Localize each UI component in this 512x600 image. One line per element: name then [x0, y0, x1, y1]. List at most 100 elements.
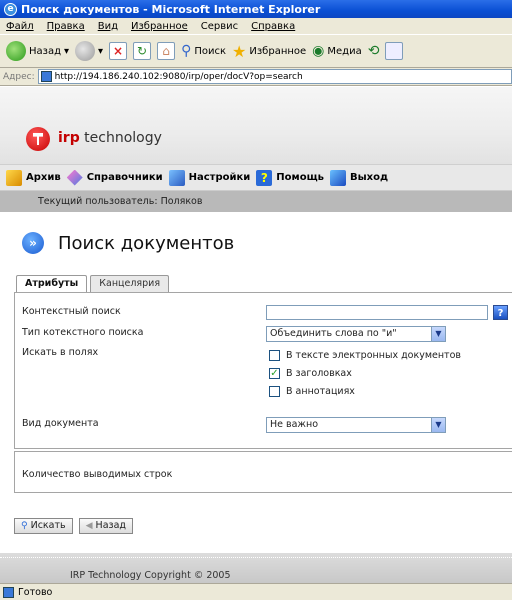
- menu-view[interactable]: Вид: [98, 21, 118, 32]
- menu-favorites[interactable]: Избранное: [131, 21, 188, 32]
- menu-edit[interactable]: Правка: [47, 21, 85, 32]
- brand-irp: irp: [58, 130, 80, 146]
- irp-logo-icon: [26, 127, 50, 151]
- search-type-label: Тип котекстного поиска: [22, 327, 144, 338]
- chevron-down-icon[interactable]: ▼: [431, 418, 445, 432]
- page-icon: [40, 71, 52, 82]
- current-user-text: Текущий пользователь: Поляков: [38, 196, 203, 207]
- back-triangle-icon: ◀: [85, 521, 93, 531]
- menu-file[interactable]: Файл: [6, 21, 34, 32]
- nav-help[interactable]: ? Помощь: [256, 169, 324, 186]
- current-user-bar: Текущий пользователь: Поляков: [0, 191, 512, 212]
- favorites-label: Избранное: [249, 45, 307, 57]
- form-actions: ⚲ Искать ◀ Назад: [14, 518, 133, 534]
- chevron-down-icon[interactable]: ▼: [431, 327, 445, 341]
- address-input[interactable]: http://194.186.240.102:9080/irp/oper/doc…: [37, 69, 512, 84]
- checkbox-text[interactable]: [269, 350, 280, 361]
- search-submit-button[interactable]: ⚲ Искать: [14, 518, 73, 534]
- window-title-bar: e Поиск документов - Microsoft Internet …: [0, 0, 512, 18]
- forward-button[interactable]: ▾: [75, 41, 103, 61]
- window-title: Поиск документов - Microsoft Internet Ex…: [21, 2, 321, 16]
- help-button[interactable]: ?: [493, 305, 508, 320]
- archive-icon: [6, 169, 22, 186]
- page-footer: IRP Technology Copyright © 2005: [0, 553, 512, 583]
- help-icon: ?: [256, 169, 273, 186]
- settings-icon: [168, 169, 185, 186]
- doc-type-select[interactable]: Не важно ▼: [266, 417, 446, 433]
- address-url[interactable]: http://194.186.240.102:9080/irp/oper/doc…: [55, 72, 303, 82]
- back-button[interactable]: Назад ▾: [6, 41, 69, 61]
- doc-type-value: Не важно: [270, 419, 319, 430]
- checkbox-row-titles[interactable]: ✓ В заголовках: [269, 368, 352, 379]
- nav-settings[interactable]: Настройки: [168, 169, 250, 186]
- stop-icon[interactable]: ×: [109, 42, 128, 60]
- history-icon[interactable]: ⟲: [368, 43, 380, 59]
- address-bar: Адрес: http://194.186.240.102:9080/irp/o…: [0, 68, 512, 86]
- checkbox-annotations[interactable]: [269, 386, 280, 397]
- search-fields-label: Искать в полях: [22, 347, 99, 358]
- context-search-label: Контекстный поиск: [22, 306, 121, 317]
- rows-count-label: Количество выводимых строк: [22, 469, 173, 480]
- header-logo-band: irp technology: [0, 87, 512, 165]
- brand-technology: technology: [79, 130, 162, 146]
- media-button[interactable]: ◉ Медиа: [312, 43, 362, 59]
- menu-tools[interactable]: Сервис: [201, 21, 238, 32]
- nav-references-label: Справочники: [86, 172, 163, 183]
- search-type-select[interactable]: Объединить слова по "и" ▼: [266, 326, 446, 342]
- brand-logo: irp technology: [58, 130, 162, 146]
- home-icon[interactable]: ⌂: [157, 42, 176, 60]
- address-label: Адрес:: [3, 71, 35, 82]
- checkbox-titles[interactable]: ✓: [269, 368, 280, 379]
- checkbox-annotations-label: В аннотациях: [286, 386, 355, 397]
- back-page-button[interactable]: ◀ Назад: [78, 518, 133, 534]
- checkbox-row-text[interactable]: В тексте электронных документов: [269, 350, 461, 361]
- search-type-value: Объединить слова по "и": [270, 328, 397, 339]
- favorites-button[interactable]: ★ Избранное: [232, 42, 306, 61]
- page-title: Поиск документов: [58, 232, 235, 254]
- tab-attributes[interactable]: Атрибуты: [16, 275, 88, 292]
- star-icon: ★: [232, 41, 247, 61]
- status-text: Готово: [18, 586, 53, 598]
- menu-bar: Файл Правка Вид Избранное Сервис Справка: [0, 18, 512, 34]
- back-label: Назад: [29, 45, 62, 57]
- nav-archive-label: Архив: [26, 172, 61, 183]
- chevron-down-icon[interactable]: ▾: [98, 46, 103, 57]
- checkbox-titles-label: В заголовках: [286, 368, 352, 379]
- footer-copyright: IRP Technology Copyright © 2005: [70, 570, 231, 581]
- search-button[interactable]: ⚲ Поиск: [181, 43, 226, 59]
- media-label: Медиа: [327, 45, 362, 57]
- tab-office[interactable]: Канцелярия: [90, 275, 170, 292]
- back-arrow-icon: [6, 41, 26, 61]
- search-icon: ⚲: [181, 43, 192, 59]
- page-done-icon: [3, 586, 14, 598]
- nav-references[interactable]: Справочники: [66, 169, 163, 186]
- refresh-icon[interactable]: ↻: [133, 42, 152, 60]
- references-icon: [66, 169, 83, 186]
- menu-help[interactable]: Справка: [251, 21, 295, 32]
- back-page-label: Назад: [95, 520, 126, 531]
- mail-icon[interactable]: [385, 42, 404, 60]
- page-heading: » Поиск документов: [22, 232, 234, 254]
- nav-exit[interactable]: Выход: [329, 169, 389, 186]
- chevron-down-icon[interactable]: ▾: [64, 46, 69, 57]
- nav-exit-label: Выход: [349, 172, 389, 183]
- nav-archive[interactable]: Архив: [6, 169, 61, 186]
- main-nav: Архив Справочники Настройки ? Помощь Вых…: [0, 165, 512, 191]
- exit-icon: [329, 169, 346, 186]
- search-label: Поиск: [194, 45, 227, 57]
- checkbox-row-annotations[interactable]: В аннотациях: [269, 386, 355, 397]
- checkbox-text-label: В тексте электронных документов: [286, 350, 461, 361]
- media-icon: ◉: [312, 43, 325, 59]
- ie-logo-icon: e: [4, 2, 17, 16]
- search-form-panel: Контекстный поиск ? Тип котекстного поис…: [14, 292, 512, 449]
- nav-help-label: Помощь: [276, 172, 324, 183]
- search-submit-label: Искать: [30, 520, 66, 531]
- browser-toolbar: Назад ▾ ▾ × ↻ ⌂ ⚲ Поиск ★ Избранное ◉ Ме…: [0, 34, 512, 68]
- form-tabs: Атрибуты Канцелярия: [16, 275, 170, 292]
- footer-divider: [0, 557, 512, 558]
- context-search-input[interactable]: [266, 305, 488, 320]
- forward-arrow-icon: [75, 41, 96, 61]
- rows-count-panel: Количество выводимых строк: [14, 451, 512, 493]
- arrow-right-icon: »: [22, 232, 44, 254]
- doc-type-label: Вид документа: [22, 418, 99, 429]
